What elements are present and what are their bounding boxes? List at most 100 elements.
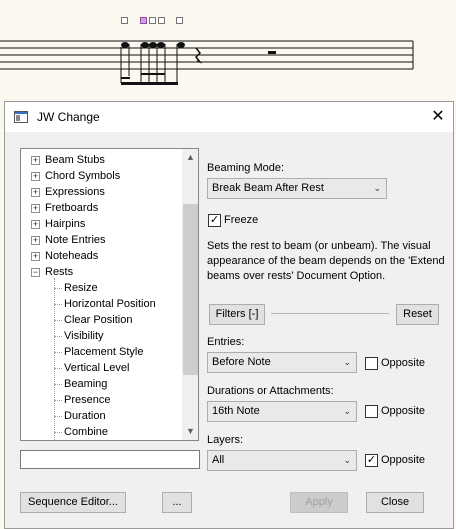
tree-connector: [54, 384, 62, 385]
check-icon: ✓: [209, 214, 220, 226]
reset-button[interactable]: Reset: [396, 304, 439, 325]
beaming-mode-label: Beaming Mode:: [207, 162, 285, 174]
tree-item[interactable]: Presence: [64, 392, 110, 408]
scroll-up-icon[interactable]: ▲: [182, 149, 198, 166]
tree-item[interactable]: Hairpins: [45, 216, 85, 232]
layers-label: Layers:: [207, 434, 244, 446]
tree-item-label: Beam Stubs: [45, 154, 105, 166]
tree-item-label: Presence: [64, 394, 111, 406]
tree-item[interactable]: Beam Stubs: [45, 152, 105, 168]
tree-view[interactable]: ▲ ▼ + Beam Stubs + Chord Symbols + Expression…: [20, 148, 199, 441]
tree-connector: [54, 352, 62, 353]
tree-item-label: Expressions: [45, 186, 105, 198]
chevron-down-icon: ⌄: [343, 455, 351, 465]
expand-icon[interactable]: +: [31, 188, 40, 197]
app-icon: [14, 111, 28, 123]
chevron-down-icon: ⌄: [373, 183, 381, 193]
close-icon[interactable]: ✕: [428, 107, 448, 127]
entries-opposite-label: Opposite: [381, 357, 426, 369]
tree-item[interactable]: Duration: [64, 408, 106, 424]
durations-value: 16th Note: [212, 405, 260, 417]
durations-label: Durations or Attachments:: [207, 385, 334, 397]
entries-value: Before Note: [212, 356, 271, 368]
layers-opposite-label: Opposite: [381, 454, 426, 466]
tree-connector: [54, 288, 62, 289]
tree-item[interactable]: Combine: [64, 424, 108, 440]
tree-item-label: Note Entries: [45, 234, 106, 246]
title-bar: JW Change ✕: [5, 102, 453, 132]
durations-select[interactable]: 16th Note ⌄: [207, 401, 357, 422]
filters-divider: [271, 313, 389, 314]
chevron-down-icon: ⌄: [343, 357, 351, 367]
beaming-mode-select[interactable]: Break Beam After Rest ⌄: [207, 178, 387, 199]
scroll-thumb[interactable]: [183, 204, 198, 375]
tree-item[interactable]: Noteheads: [45, 248, 98, 264]
durations-opposite-label: Opposite: [381, 405, 426, 417]
tree-item[interactable]: Chord Symbols: [45, 168, 120, 184]
tree-item-label: Resize: [64, 282, 98, 294]
more-options-button[interactable]: ...: [162, 492, 192, 513]
expand-icon[interactable]: +: [31, 220, 40, 229]
sequence-editor-button[interactable]: Sequence Editor...: [20, 492, 126, 513]
entries-label: Entries:: [207, 336, 245, 348]
expand-icon[interactable]: +: [31, 156, 40, 165]
tree-item-label: Vertical Level: [64, 362, 130, 374]
tree-connector: [54, 320, 62, 321]
tree-item[interactable]: Beaming: [64, 376, 107, 392]
tree-item-label: Horizontal Position: [64, 298, 156, 310]
tree-item[interactable]: Placement Style: [64, 344, 143, 360]
tree-connector: [54, 416, 62, 417]
tree-item-label: Rests: [45, 266, 74, 278]
score-fragment: [0, 0, 456, 100]
close-button[interactable]: Close: [366, 492, 424, 513]
durations-opposite-checkbox[interactable]: [365, 405, 378, 418]
staff-svg: [0, 40, 414, 85]
filter-input[interactable]: [20, 450, 200, 469]
freeze-label: Freeze: [224, 214, 259, 226]
tree-item-label: Clear Position: [64, 314, 133, 326]
tree-item-label: Fretboards: [45, 202, 99, 214]
tree-connector: [54, 400, 62, 401]
tree-item-label: Duration: [64, 410, 106, 422]
tree-item-label: Chord Symbols: [45, 170, 121, 182]
tree-item-label: Placement Style: [64, 346, 144, 358]
tree-item[interactable]: Fretboards: [45, 200, 98, 216]
check-icon: ✓: [366, 454, 377, 466]
tree-item-label: Visibility: [64, 330, 104, 342]
expand-icon[interactable]: +: [31, 172, 40, 181]
beaming-mode-value: Break Beam After Rest: [212, 182, 324, 194]
tree-item[interactable]: Horizontal Position: [64, 296, 156, 312]
expand-icon[interactable]: +: [31, 204, 40, 213]
chevron-down-icon: ⌄: [343, 406, 351, 416]
tree-item[interactable]: Expressions: [45, 184, 105, 200]
tree-item-label: Beaming: [64, 378, 108, 390]
tree-item[interactable]: Resize: [64, 280, 98, 296]
tree-item-label: Combine: [64, 426, 109, 438]
entries-opposite-checkbox[interactable]: [365, 357, 378, 370]
expand-icon[interactable]: +: [31, 252, 40, 261]
tree-item[interactable]: Note Entries: [45, 232, 106, 248]
entries-select[interactable]: Before Note ⌄: [207, 352, 357, 373]
tree-branch-line: [54, 278, 55, 440]
tree-item[interactable]: Visibility: [64, 328, 104, 344]
collapse-icon[interactable]: −: [31, 268, 40, 277]
tree-item-label: Noteheads: [45, 250, 99, 262]
tree-item[interactable]: Clear Position: [64, 312, 132, 328]
expand-icon[interactable]: +: [31, 236, 40, 245]
freeze-checkbox[interactable]: ✓: [208, 214, 221, 227]
tree-connector: [54, 432, 62, 433]
tree-connector: [54, 336, 62, 337]
filters-toggle-button[interactable]: Filters [-]: [209, 304, 265, 325]
tree-connector: [54, 368, 62, 369]
tree-connector: [54, 304, 62, 305]
tree-item[interactable]: Vertical Level: [64, 360, 129, 376]
scroll-down-icon[interactable]: ▼: [182, 423, 198, 440]
beaming-description: Sets the rest to beam (or unbeam). The v…: [207, 240, 445, 282]
tree-item-label: Hairpins: [45, 218, 86, 230]
tree-item[interactable]: Rests: [45, 264, 73, 280]
apply-button[interactable]: Apply: [290, 492, 348, 513]
dialog-title: JW Change: [37, 110, 100, 124]
layers-select[interactable]: All ⌄: [207, 450, 357, 471]
layers-value: All: [212, 454, 225, 466]
layers-opposite-checkbox[interactable]: ✓: [365, 454, 378, 467]
